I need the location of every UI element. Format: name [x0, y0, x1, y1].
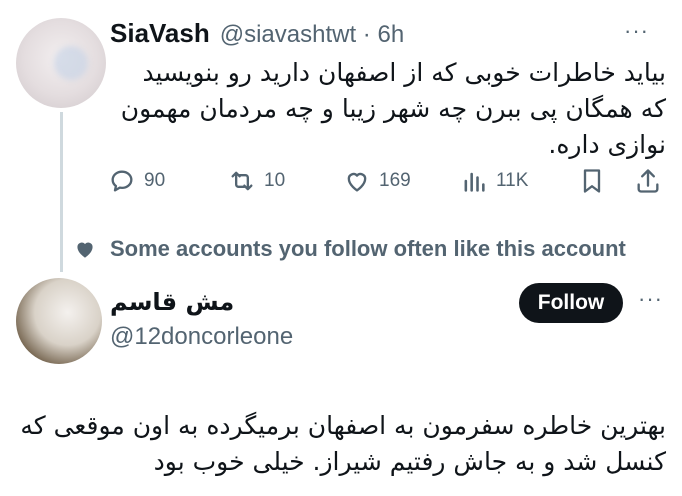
retweet-button[interactable]: 10 [228, 167, 285, 195]
reply-author-name[interactable]: مش قاسم [110, 288, 234, 316]
retweet-icon [231, 171, 253, 191]
views-count: 11K [496, 170, 529, 191]
thread-connector-line [60, 112, 63, 272]
social-context: Some accounts you follow often like this… [72, 236, 626, 262]
share-icon [637, 169, 659, 193]
follow-button[interactable]: Follow [519, 283, 623, 323]
reply-author-avatar[interactable] [16, 278, 102, 364]
views-icon [464, 172, 485, 192]
like-count: 169 [379, 170, 411, 191]
author-handle-time[interactable]: @siavashtwt · 6h [220, 21, 404, 49]
social-context-label: Some accounts you follow often like this… [110, 236, 626, 261]
reply-count: 90 [144, 170, 166, 191]
reply-header: مش قاسم [110, 288, 310, 316]
bookmark-button[interactable] [578, 167, 606, 195]
author-name[interactable]: SiaVash [110, 18, 210, 49]
author-avatar[interactable] [16, 18, 106, 108]
reply-icon [111, 170, 133, 192]
bookmark-icon [583, 169, 601, 193]
reply-button[interactable]: 90 [108, 167, 165, 195]
tweet-text: بیاید خاطرات خوبی که از اصفهان دارید رو … [120, 58, 666, 159]
share-button[interactable] [634, 167, 662, 195]
reply-text: بهترین خاطره سفرمون به اصفهان برمیگرده ب… [20, 411, 666, 476]
more-options-button[interactable]: ··· [624, 18, 649, 44]
retweet-count: 10 [264, 170, 286, 191]
heart-icon [347, 172, 367, 192]
like-button[interactable]: 169 [343, 167, 411, 195]
views-button[interactable]: 11K [460, 167, 528, 195]
heart-icon [77, 242, 93, 258]
reply-more-options-button[interactable]: ··· [638, 286, 663, 312]
tweet-header: SiaVash @siavashtwt · 6h [110, 18, 404, 49]
reply-author-handle[interactable]: @12doncorleone [110, 323, 293, 351]
